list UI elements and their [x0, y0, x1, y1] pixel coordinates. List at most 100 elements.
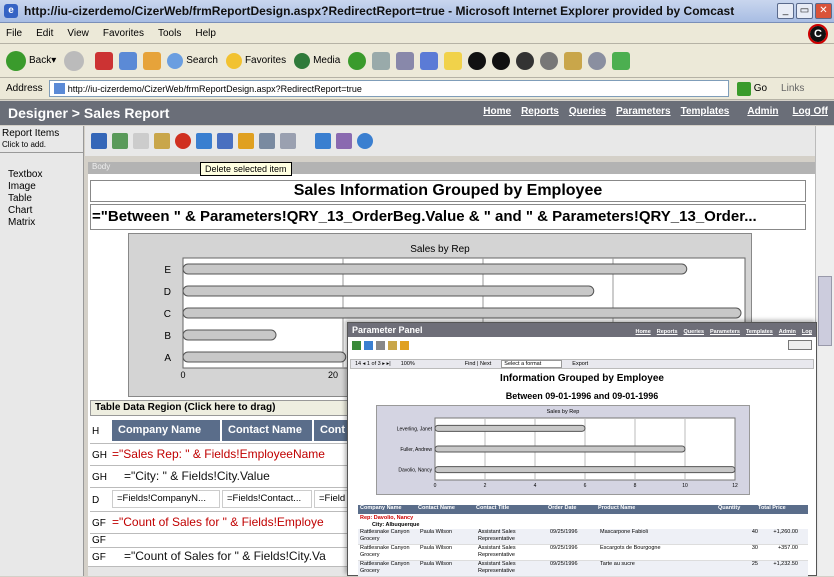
- vertical-scrollbar[interactable]: [815, 126, 834, 576]
- extension-icon-2[interactable]: [492, 51, 511, 70]
- panel-icon-5[interactable]: [400, 341, 409, 350]
- mail-icon[interactable]: [372, 51, 391, 70]
- history-icon[interactable]: [348, 51, 367, 70]
- export-link[interactable]: Export: [572, 361, 588, 367]
- address-input[interactable]: http://iu-cizerdemo/CizerWeb/frmReportDe…: [48, 80, 729, 97]
- panel-icon-1[interactable]: [352, 341, 361, 350]
- scrollbar-thumb[interactable]: [818, 276, 832, 346]
- header-company-name[interactable]: Company Name: [112, 420, 220, 441]
- window-title-bar: e http://iu-cizerdemo/CizerWeb/frmReport…: [0, 0, 834, 23]
- edit-icon[interactable]: [420, 51, 439, 70]
- stop-icon[interactable]: [95, 51, 114, 70]
- messenger-icon[interactable]: [564, 51, 583, 70]
- gf-employee-count-expression[interactable]: ="Count of Sales for " & Fields!Employe: [112, 515, 324, 529]
- tools-icon[interactable]: [280, 133, 296, 149]
- panel-nav-admin[interactable]: Admin: [779, 325, 796, 339]
- panel-nav-reports[interactable]: Reports: [657, 325, 678, 339]
- menu-help[interactable]: Help: [195, 28, 216, 39]
- report-title-textbox[interactable]: Sales Information Grouped by Employee: [90, 180, 806, 202]
- panel-icon-3[interactable]: [376, 341, 385, 350]
- media-button[interactable]: Media: [294, 52, 340, 69]
- preview-x-tick: 2: [484, 483, 487, 489]
- menu-edit[interactable]: Edit: [36, 28, 53, 39]
- menu-tools[interactable]: Tools: [158, 28, 181, 39]
- nav-queries[interactable]: Queries: [569, 106, 606, 117]
- forward-button[interactable]: [64, 50, 87, 71]
- item-image[interactable]: Image: [8, 181, 83, 193]
- paste-icon[interactable]: [154, 133, 170, 149]
- panel-nav-home[interactable]: Home: [635, 325, 650, 339]
- preview-cell: Rattlesnake Canyon Grocery: [360, 529, 410, 542]
- extension-icon-1[interactable]: [468, 51, 487, 70]
- menu-view[interactable]: View: [67, 28, 89, 39]
- zoom-select[interactable]: 100%: [401, 361, 415, 367]
- nav-reports[interactable]: Reports: [521, 106, 559, 117]
- preview-cell: Escargots de Bourgogne: [600, 545, 661, 551]
- nav-logoff[interactable]: Log Off: [792, 106, 828, 117]
- gf-city-count-expression[interactable]: ="Count of Sales for " & Fields!City.Va: [124, 549, 326, 563]
- print-icon[interactable]: [396, 51, 415, 70]
- back-button[interactable]: Back ▾: [6, 50, 56, 71]
- redo-icon[interactable]: [217, 133, 233, 149]
- find-link[interactable]: Find | Next: [465, 361, 492, 367]
- nav-templates[interactable]: Templates: [681, 106, 730, 117]
- panel-icon-2[interactable]: [364, 341, 373, 350]
- extension-icon-4[interactable]: [540, 51, 559, 70]
- favorites-button[interactable]: Favorites: [225, 52, 286, 69]
- gh-city-expression[interactable]: ="City: " & Fields!City.Value: [124, 469, 270, 483]
- preview-cell: Tarte au sucre: [600, 561, 635, 567]
- preview-cell: +357.00: [777, 545, 798, 551]
- close-button[interactable]: ✕: [815, 3, 832, 19]
- item-chart[interactable]: Chart: [8, 205, 83, 217]
- minimize-button[interactable]: _: [777, 3, 794, 19]
- item-table[interactable]: Table: [8, 193, 83, 205]
- detail-company-name[interactable]: =Fields!CompanyN...: [112, 490, 220, 508]
- format-select[interactable]: Select a format: [501, 360, 563, 368]
- detail-contact-name[interactable]: =Fields!Contact...: [222, 490, 312, 508]
- group-footer-row-3: GF ="Count of Sales for " & Fields!City.…: [92, 549, 326, 563]
- item-matrix[interactable]: Matrix: [8, 217, 83, 229]
- gh-sales-rep-expression[interactable]: ="Sales Rep: " & Fields!EmployeeName: [112, 447, 325, 461]
- research-icon[interactable]: [612, 51, 631, 70]
- copy-icon[interactable]: [133, 133, 149, 149]
- go-button[interactable]: Go: [736, 81, 767, 96]
- save-icon[interactable]: [91, 133, 107, 149]
- home-icon[interactable]: [143, 51, 162, 70]
- item-textbox[interactable]: Textbox: [8, 169, 83, 181]
- preview-rep: Rep: Davolio, Nancy: [360, 515, 414, 521]
- preview-icon[interactable]: [336, 133, 352, 149]
- menu-favorites[interactable]: Favorites: [103, 28, 144, 39]
- new-icon[interactable]: [112, 133, 128, 149]
- nav-parameters[interactable]: Parameters: [616, 106, 670, 117]
- delete-icon[interactable]: [175, 133, 191, 149]
- extension-icon-3[interactable]: [516, 51, 535, 70]
- nav-admin[interactable]: Admin: [747, 106, 778, 117]
- refresh-icon[interactable]: [119, 51, 138, 70]
- table-region-handle[interactable]: Table Data Region (Click here to drag): [90, 400, 352, 416]
- preview-x-tick: 0: [434, 483, 437, 489]
- undo-icon[interactable]: [196, 133, 212, 149]
- browser-toolbar: Back ▾ Search Favorites Media: [0, 44, 834, 78]
- menu-file[interactable]: File: [6, 28, 22, 39]
- panel-icon-4[interactable]: [388, 341, 397, 350]
- panel-nav-templates[interactable]: Templates: [746, 325, 773, 339]
- links-button[interactable]: Links: [781, 83, 804, 94]
- help-icon[interactable]: [357, 133, 373, 149]
- database-icon[interactable]: [315, 133, 331, 149]
- maximize-button[interactable]: ▭: [796, 3, 813, 19]
- page-nav[interactable]: 14 ◂ 1 of 3 ▸ ▸|: [355, 361, 391, 367]
- folder-icon[interactable]: [444, 51, 463, 70]
- forward-arrow-icon: [64, 50, 85, 71]
- discuss-icon[interactable]: [588, 51, 607, 70]
- header-contact-name[interactable]: Contact Name: [222, 420, 312, 441]
- parameter-panel-window[interactable]: Parameter Panel Home Reports Queries Par…: [347, 322, 817, 577]
- panel-nav-parameters[interactable]: Parameters: [710, 325, 740, 339]
- panel-nav-queries[interactable]: Queries: [684, 325, 704, 339]
- preview-cell: 09/25/1996: [550, 545, 578, 551]
- search-button[interactable]: Search: [167, 52, 218, 69]
- properties-icon[interactable]: [238, 133, 254, 149]
- format-icon[interactable]: [259, 133, 275, 149]
- nav-home[interactable]: Home: [483, 106, 511, 117]
- parameter-expression-textbox[interactable]: ="Between " & Parameters!QRY_13_OrderBeg…: [90, 204, 806, 230]
- panel-nav-log[interactable]: Log: [802, 325, 812, 339]
